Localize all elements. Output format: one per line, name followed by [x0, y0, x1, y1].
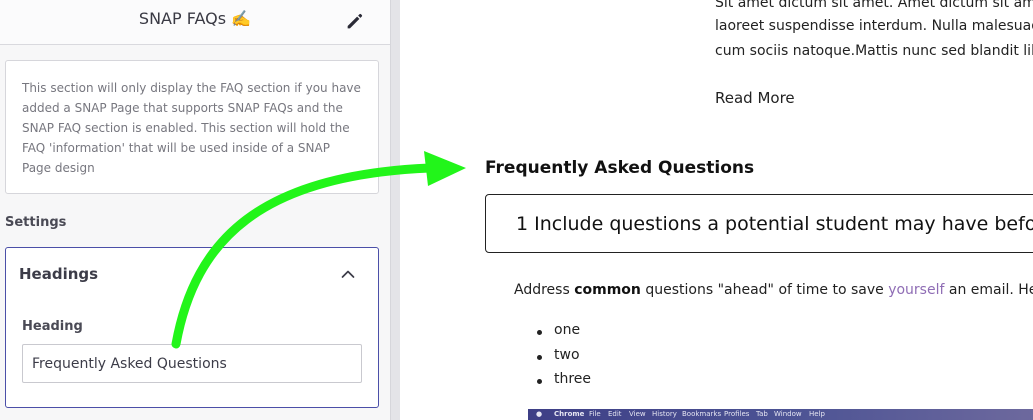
list-item: one	[514, 322, 591, 347]
menu-item: View	[629, 410, 646, 418]
menu-item: File	[589, 410, 601, 418]
heading-input[interactable]	[22, 344, 362, 383]
answer-suffix: an email. Here	[948, 282, 1033, 298]
headings-accordion: Headings Heading	[5, 247, 379, 408]
faq-question-text: 1 Include questions a potential student …	[516, 213, 1033, 235]
menu-item: History	[652, 410, 677, 418]
embedded-screenshot-menubar: ● Chrome File Edit View History Bookmark…	[528, 409, 1033, 420]
info-box: This section will only display the FAQ s…	[5, 60, 379, 194]
pencil-icon[interactable]	[344, 10, 366, 32]
body-text-line: cum sociis natoque.Mattis nunc sed bland…	[715, 43, 1033, 59]
page-preview: Sit amet dictum sit amet. Amet dictum si…	[400, 0, 1033, 420]
answer-middle: questions "ahead" of time to save	[640, 282, 889, 298]
menu-item: Chrome	[554, 410, 585, 418]
answer-bold: common	[574, 282, 641, 298]
heading-field-label: Heading	[22, 319, 83, 334]
menu-item: Tab	[756, 410, 768, 418]
answer-link[interactable]: yourself	[888, 282, 944, 298]
menu-item: Edit	[608, 410, 622, 418]
menu-item: Bookmarks	[682, 410, 722, 418]
answer-list: one two three	[514, 322, 591, 396]
list-item: two	[514, 347, 591, 372]
pane-splitter[interactable]	[390, 0, 400, 420]
info-text: This section will only display the FAQ s…	[22, 81, 361, 175]
menu-item: Window	[774, 410, 802, 418]
menu-item: Profiles	[724, 410, 750, 418]
list-item: three	[514, 371, 591, 396]
faq-heading: Frequently Asked Questions	[485, 158, 755, 178]
faq-answer-text: Address common questions "ahead" of time…	[514, 282, 1033, 298]
panel-header: SNAP FAQs ✍️	[0, 0, 390, 45]
settings-label: Settings	[5, 215, 67, 230]
body-text-line: laoreet suspendisse interdum. Nulla male…	[715, 18, 1033, 34]
faq-question[interactable]: 1 Include questions a potential student …	[485, 194, 1033, 253]
chevron-up-icon[interactable]	[340, 266, 356, 282]
accordion-title: Headings	[19, 265, 99, 283]
read-more-link[interactable]: Read More	[715, 89, 795, 107]
settings-panel: SNAP FAQs ✍️ This section will only disp…	[0, 0, 390, 420]
apple-icon: ●	[536, 410, 543, 418]
headings-accordion-header[interactable]: Headings	[6, 248, 378, 302]
answer-prefix: Address	[514, 282, 575, 298]
body-text-line: Sit amet dictum sit amet. Amet dictum si…	[715, 0, 1033, 11]
menu-item: Help	[809, 410, 825, 418]
panel-title: SNAP FAQs ✍️	[138, 9, 252, 28]
